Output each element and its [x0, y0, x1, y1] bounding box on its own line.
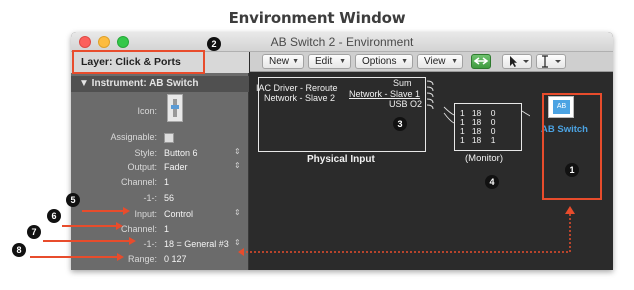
updown-icon: ⇕: [234, 147, 241, 156]
callout-6: 6: [47, 209, 61, 223]
figure-heading: Environment Window: [228, 9, 406, 27]
callout-7: 7: [27, 225, 41, 239]
row-label: -1-:: [143, 193, 158, 203]
callout-3: 3: [393, 117, 407, 131]
window-title: AB Switch 2 - Environment: [270, 35, 414, 49]
instrument-header[interactable]: ▼ Instrument: AB Switch: [71, 76, 249, 92]
row-label: Range:: [127, 254, 157, 264]
ab-switch-highlight: [542, 93, 602, 200]
chevron-down-icon: ▼: [401, 58, 408, 65]
value-row[interactable]: -1-: 56: [71, 193, 249, 207]
arrow-8: [30, 253, 124, 261]
inspector-panel: Layer: Click & Ports ▼ Instrument: AB Sw…: [71, 52, 249, 270]
output-row[interactable]: Output: Fader ⇕: [71, 161, 249, 176]
row-label: Channel:: [120, 177, 157, 187]
new-label: New: [269, 56, 290, 67]
chevron-down-icon: ▼: [292, 58, 299, 65]
connector-dotted: [238, 206, 575, 256]
icon-label: Icon:: [137, 106, 157, 116]
physical-input-title: Physical Input: [307, 154, 375, 165]
row-value: 18 = General #3: [164, 239, 229, 249]
row-value: Button 6: [164, 148, 198, 158]
style-row[interactable]: Style: Button 6 ⇕: [71, 147, 249, 162]
view-label: View: [424, 56, 446, 67]
channel-row[interactable]: Channel: 1: [71, 177, 249, 191]
pointer-tool-icon[interactable]: [502, 54, 532, 69]
monitor-cables: [443, 106, 530, 124]
row-value: 1: [164, 224, 170, 234]
row-label: Style:: [134, 148, 157, 158]
new-menu-button[interactable]: New ▼: [262, 54, 304, 69]
edit-label: Edit: [315, 56, 333, 67]
view-menu-button[interactable]: View ▼: [417, 54, 463, 69]
arrow-7: [43, 237, 136, 245]
options-menu-button[interactable]: Options ▼: [355, 54, 413, 69]
row-label: Input:: [134, 209, 157, 219]
callout-8: 8: [12, 243, 26, 257]
options-label: Options: [362, 56, 397, 67]
callout-4: 4: [485, 175, 499, 189]
assignable-row: Assignable:: [71, 132, 249, 146]
edit-menu-button[interactable]: Edit ▼: [308, 54, 351, 69]
toolbar: New ▼ Edit ▼ Options ▼ View ▼: [250, 52, 613, 72]
layer-highlight: [72, 50, 205, 74]
port-usb-o2: USB O2: [389, 99, 423, 109]
row-value: 0 127: [164, 254, 187, 264]
port-sum: Sum: [393, 78, 412, 88]
arrow-6: [62, 222, 123, 230]
icon-row: Icon:: [71, 106, 249, 120]
port-network-slave-1: Network - Slave 1: [349, 89, 421, 99]
port-network-slave-2: Network - Slave 2: [264, 93, 336, 103]
callout-2: 2: [207, 37, 221, 51]
updown-icon: ⇕: [234, 161, 241, 170]
row-value: Control: [164, 209, 194, 219]
callout-1: 1: [565, 163, 579, 177]
row-value: Fader: [164, 162, 188, 172]
row-value: 1: [164, 177, 170, 187]
text-tool-icon[interactable]: [536, 54, 566, 69]
row-value: 56: [164, 193, 175, 203]
chevron-down-icon: ▼: [451, 58, 458, 65]
row-label: Output:: [127, 162, 157, 172]
assignable-checkbox[interactable]: [164, 133, 174, 143]
callout-5: 5: [66, 193, 80, 207]
link-icon[interactable]: [471, 54, 491, 69]
row-label: Channel:: [120, 224, 157, 234]
fader-icon[interactable]: [167, 94, 183, 122]
port-iac-driver: IAC Driver - Reroute: [256, 83, 338, 93]
arrow-5: [82, 207, 130, 215]
title-bar: AB Switch 2 - Environment: [71, 32, 613, 52]
row-label: -1-:: [143, 239, 158, 249]
chevron-down-icon: ▼: [339, 58, 346, 65]
row-label: Assignable:: [110, 132, 157, 142]
